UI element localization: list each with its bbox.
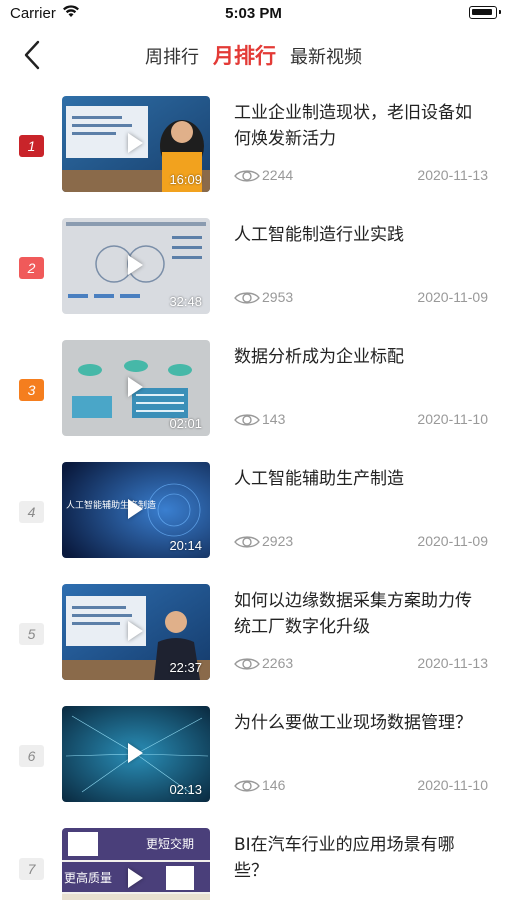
video-thumbnail[interactable]: 02:13: [62, 706, 210, 802]
clock: 5:03 PM: [225, 5, 282, 22]
list-item[interactable]: 5 22:37 如何以边缘数据采集方案助力传统工厂数字化升级 2263 2020…: [0, 574, 507, 696]
rank-badge: 6: [19, 745, 44, 767]
view-count: 146: [262, 777, 286, 793]
video-duration: 32:48: [169, 294, 202, 309]
publish-date: 2020-11-09: [417, 533, 488, 549]
video-thumbnail[interactable]: 02:01: [62, 340, 210, 436]
tab-monthly[interactable]: 月排行: [213, 40, 276, 70]
video-meta: 2263 2020-11-13: [234, 654, 490, 674]
video-title[interactable]: 人工智能辅助生产制造: [234, 466, 484, 492]
publish-date: 2020-11-10: [417, 411, 488, 427]
list-item[interactable]: 6 02:13 为什么要做工业现场数据管理？ 146 2020-11-10: [0, 696, 507, 818]
thumbnail-image: 更短交期 更高质量: [62, 828, 210, 900]
video-title[interactable]: 如何以边缘数据采集方案助力传统工厂数字化升级: [234, 588, 484, 640]
publish-date: 2020-11-13: [417, 655, 488, 671]
play-icon[interactable]: [128, 377, 143, 397]
video-title[interactable]: 人工智能制造行业实践: [234, 222, 484, 248]
play-icon[interactable]: [128, 255, 143, 275]
list-item[interactable]: 3 02:01 数据分析成为企业标配 143 2020-11-10: [0, 330, 507, 452]
nav-bar: 周排行 月排行 最新视频: [0, 28, 507, 80]
video-thumbnail[interactable]: 更短交期 更高质量: [62, 828, 210, 900]
eye-icon: [234, 170, 260, 182]
video-meta: 2923 2020-11-09: [234, 532, 490, 552]
video-duration: 02:01: [169, 416, 202, 431]
status-bar: Carrier 5:03 PM: [0, 0, 507, 28]
rank-badge: 3: [19, 379, 44, 401]
video-title[interactable]: 工业企业制造现状，老旧设备如何焕发新活力: [234, 100, 484, 152]
eye-icon: [234, 292, 260, 304]
video-thumbnail[interactable]: 22:37: [62, 584, 210, 680]
list-item[interactable]: 4 人工智能辅助生产制造 20:14 人工智能辅助生产制造 2923 2020-…: [0, 452, 507, 574]
view-count: 2923: [262, 533, 294, 549]
list-item[interactable]: 1 16:09 工业企业制造现状，老旧设备如何焕发新活力 2244 2020-1…: [0, 86, 507, 208]
video-list: 1 16:09 工业企业制造现状，老旧设备如何焕发新活力 2244 2020-1…: [0, 86, 507, 900]
list-item[interactable]: 7 更短交期 更高质量 BI在汽车行业的应用场景有哪些？: [0, 818, 507, 900]
video-title[interactable]: BI在汽车行业的应用场景有哪些？: [234, 832, 484, 884]
view-count: 2953: [262, 289, 294, 305]
eye-icon: [234, 658, 260, 670]
play-icon[interactable]: [128, 621, 143, 641]
view-count: 143: [262, 411, 286, 427]
play-icon[interactable]: [128, 133, 143, 153]
video-thumbnail[interactable]: 人工智能辅助生产制造 20:14: [62, 462, 210, 558]
eye-icon: [234, 414, 260, 426]
video-title[interactable]: 为什么要做工业现场数据管理？: [234, 710, 484, 736]
play-icon[interactable]: [128, 743, 143, 763]
eye-icon: [234, 780, 260, 792]
rank-badge: 2: [19, 257, 44, 279]
thumbnail-caption: 更短交期: [146, 836, 194, 851]
battery-icon: [469, 6, 501, 19]
thumbnail-caption: 更高质量: [64, 870, 112, 885]
video-meta: 2953 2020-11-09: [234, 288, 490, 308]
video-duration: 20:14: [169, 538, 202, 553]
publish-date: 2020-11-10: [417, 777, 488, 793]
tab-bar: 周排行 月排行 最新视频: [0, 40, 507, 70]
video-duration: 22:37: [169, 660, 202, 675]
view-count: 2244: [262, 167, 294, 183]
publish-date: 2020-11-13: [417, 167, 488, 183]
play-icon[interactable]: [128, 499, 143, 519]
eye-icon: [234, 536, 260, 548]
rank-badge: 5: [19, 623, 44, 645]
video-duration: 16:09: [169, 172, 202, 187]
rank-badge: 4: [19, 501, 44, 523]
view-count: 2263: [262, 655, 294, 671]
video-meta: 146 2020-11-10: [234, 776, 490, 796]
video-thumbnail[interactable]: 16:09: [62, 96, 210, 192]
video-duration: 02:13: [169, 782, 202, 797]
video-thumbnail[interactable]: 32:48: [62, 218, 210, 314]
publish-date: 2020-11-09: [417, 289, 488, 305]
video-title[interactable]: 数据分析成为企业标配: [234, 344, 484, 370]
tab-latest[interactable]: 最新视频: [290, 43, 362, 69]
play-icon[interactable]: [128, 868, 143, 888]
rank-badge: 7: [19, 858, 44, 880]
rank-badge: 1: [19, 135, 44, 157]
list-item[interactable]: 2 32:48 人工智能制造行业实践 2953 2020-11-09: [0, 208, 507, 330]
video-meta: 143 2020-11-10: [234, 410, 490, 430]
tab-weekly[interactable]: 周排行: [145, 43, 199, 69]
video-meta: 2244 2020-11-13: [234, 166, 490, 186]
